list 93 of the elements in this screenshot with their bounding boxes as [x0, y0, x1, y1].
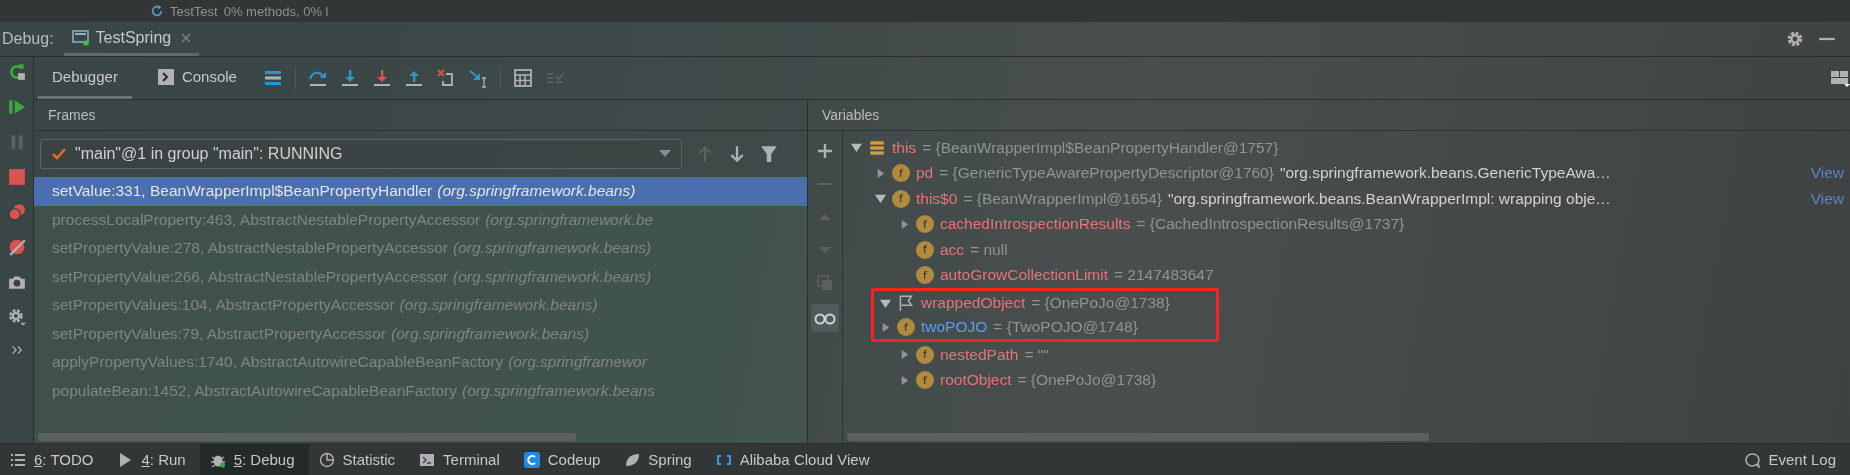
- run-to-cursor-icon[interactable]: [467, 68, 488, 88]
- force-step-into-icon[interactable]: [371, 68, 392, 88]
- variable-value: = {TwoPOJO@1748}: [993, 318, 1138, 336]
- tool-window-button[interactable]: Spring: [614, 444, 706, 475]
- dropdown-arrow-icon: [659, 150, 671, 158]
- refresh-icon: [150, 4, 164, 18]
- tool-window-button[interactable]: Statistic: [308, 444, 410, 475]
- string-value: "org.springframework.beans.GenericTypeAwa…: [1279, 164, 1611, 183]
- calculator-icon[interactable]: [512, 68, 533, 88]
- variable-value: = {OnePoJo@1738}: [1031, 294, 1170, 312]
- monitor-icon: [71, 29, 90, 46]
- tool-window-button[interactable]: Terminal: [409, 444, 514, 475]
- flag-icon: [897, 294, 915, 312]
- panel-title: Variables: [808, 100, 1850, 131]
- collapsed-arrow-icon[interactable]: [880, 321, 891, 333]
- camera-icon[interactable]: [7, 273, 26, 291]
- glasses-icon[interactable]: [811, 304, 839, 332]
- variable-name: this: [892, 138, 917, 157]
- list-icon: [10, 451, 26, 468]
- layout-icon[interactable]: [1830, 68, 1850, 88]
- run-config-title: TestTest: [170, 3, 218, 19]
- variable-value: = "": [1024, 345, 1049, 364]
- panel-tab[interactable]: Console: [143, 57, 251, 99]
- debug-label: Debug:: [1, 30, 55, 48]
- tool-window-button[interactable]: Codeup: [513, 444, 615, 475]
- tool-window-button[interactable]: 5: Debug: [199, 444, 309, 475]
- thread-dropdown[interactable]: "main"@1 in group "main": RUNNING: [40, 139, 682, 169]
- checkmark-icon: [51, 146, 67, 162]
- step-into-icon[interactable]: [339, 68, 360, 88]
- variable-name: nestedPath: [940, 345, 1019, 364]
- stack-icon: [868, 138, 886, 157]
- expanded-arrow-icon[interactable]: [880, 297, 891, 309]
- drop-frame-icon[interactable]: [435, 68, 456, 88]
- scrollbar-thumb[interactable]: [38, 433, 577, 441]
- field-icon: f: [916, 371, 934, 390]
- variable-name: acc: [940, 240, 965, 259]
- variable-value: = {GenericTypeAwarePropertyDescriptor@1760}: [939, 164, 1274, 183]
- tool-window-button[interactable]: 4: Run: [107, 444, 200, 475]
- debug-session-tab[interactable]: TestSpring: [63, 22, 200, 56]
- breakpoints-icon[interactable]: [7, 203, 26, 221]
- console-icon: [157, 68, 174, 85]
- settings-icon[interactable]: [7, 308, 26, 326]
- variable-value: = {BeanWrapperImpl$BeanPropertyHandler@1757}: [922, 138, 1279, 157]
- collapsed-arrow-icon[interactable]: [875, 167, 886, 179]
- field-icon: f: [892, 164, 910, 183]
- resume-icon[interactable]: [7, 98, 26, 116]
- stop-icon[interactable]: [7, 168, 26, 186]
- speech-balloon-icon: [1744, 451, 1761, 468]
- terminal-icon: [419, 451, 436, 468]
- leaf-icon: [624, 451, 641, 468]
- close-icon[interactable]: [181, 32, 192, 43]
- variable-name: wrappedObject: [921, 294, 1026, 312]
- variable-name: pd: [916, 164, 934, 183]
- panel-tab[interactable]: Debugger: [38, 57, 132, 99]
- field-icon: f: [892, 189, 910, 208]
- collapsed-arrow-icon[interactable]: [899, 218, 910, 230]
- variable-name: cachedIntrospectionResults: [940, 215, 1131, 234]
- collapsed-arrow-icon[interactable]: [899, 374, 910, 386]
- field-icon: f: [916, 266, 934, 285]
- string-value: "org.springframework.beans.BeanWrapperImpl: wrapping obje…: [1167, 189, 1611, 208]
- variable-value: = 2147483647: [1114, 266, 1214, 285]
- event-log-button[interactable]: Event Log: [1734, 444, 1850, 475]
- tool-window-button[interactable]: Alibaba Cloud View: [705, 444, 884, 475]
- pie-chart-icon: [318, 451, 335, 468]
- field-icon: f: [916, 345, 934, 364]
- settings-icon[interactable]: [1786, 30, 1804, 48]
- add-icon[interactable]: [817, 143, 833, 159]
- scrollbar-thumb[interactable]: [847, 433, 1429, 441]
- variable-name: this$0: [916, 189, 958, 208]
- variable-name: rootObject: [940, 371, 1012, 390]
- mute-breakpoints-icon[interactable]: [7, 238, 26, 256]
- expanded-arrow-icon[interactable]: [875, 193, 886, 205]
- variable-value: = {CachedIntrospectionResults@1737}: [1136, 215, 1405, 234]
- filter-icon[interactable]: [760, 145, 778, 163]
- codeup-logo-icon: [523, 451, 540, 468]
- variable-name: autoGrowCollectionLimit: [940, 266, 1108, 285]
- field-icon: f: [916, 240, 934, 259]
- collapsed-arrow-icon[interactable]: [899, 349, 910, 361]
- variable-value: = {OnePoJo@1738}: [1017, 371, 1157, 390]
- variable-value: = {BeanWrapperImpl@1654}: [963, 189, 1162, 208]
- tool-window-button[interactable]: 6: TODO: [0, 444, 108, 475]
- variable-name: twoPOJO: [921, 318, 988, 336]
- coverage-summary: 0% methods, 0% l: [223, 3, 329, 19]
- field-icon: f: [916, 215, 934, 234]
- step-out-icon[interactable]: [403, 68, 424, 88]
- variable-value: = null: [970, 240, 1008, 259]
- stack-frame[interactable]: setValue:331, BeanWrapperImpl$BeanPropertyHandler (org.springframework.beans): [34, 177, 807, 206]
- down-arrow-icon[interactable]: [728, 145, 746, 163]
- panel-title: Frames: [34, 100, 807, 131]
- expanded-arrow-icon[interactable]: [851, 142, 862, 154]
- field-icon: f: [897, 318, 915, 336]
- frames-icon[interactable]: [262, 68, 283, 88]
- rerun-icon[interactable]: [7, 63, 26, 81]
